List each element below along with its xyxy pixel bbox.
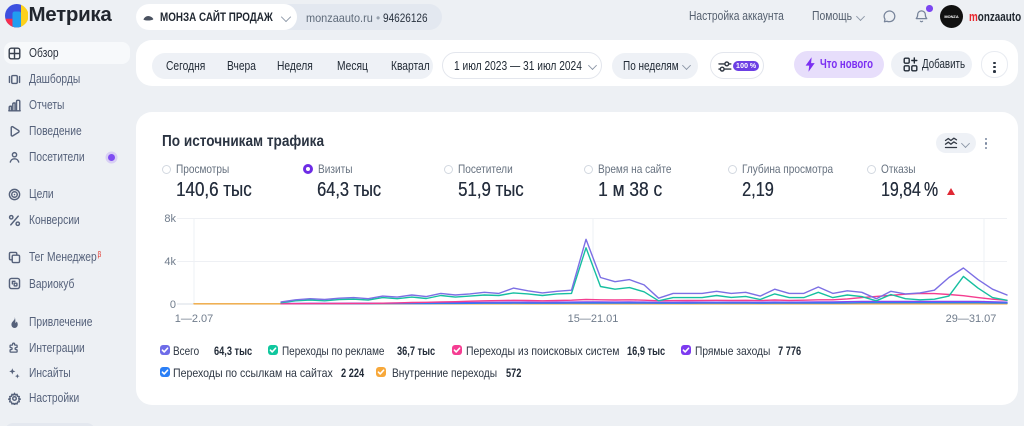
svg-text:4k: 4k (164, 256, 176, 268)
svg-text:29—31.07: 29—31.07 (946, 313, 997, 325)
svg-text:8k: 8k (164, 213, 176, 225)
svg-text:1—2.07: 1—2.07 (175, 313, 214, 325)
svg-text:0: 0 (170, 299, 176, 311)
svg-text:15—21.01: 15—21.01 (568, 313, 619, 325)
